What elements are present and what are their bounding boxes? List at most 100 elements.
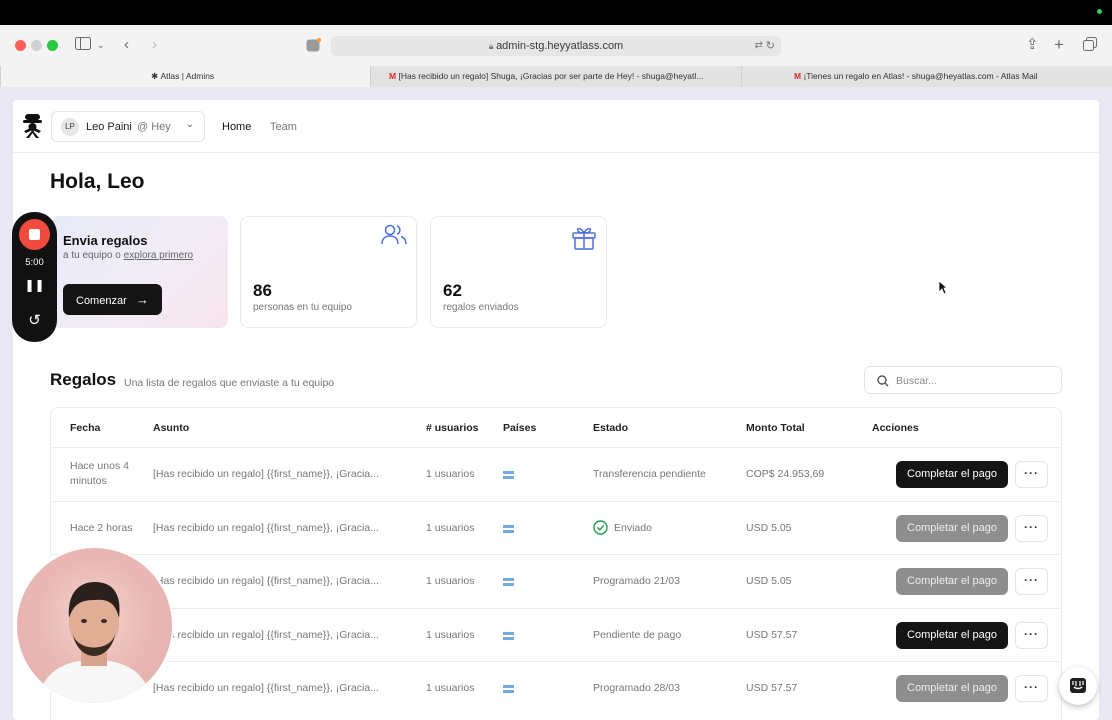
chat-support-button[interactable]	[1059, 667, 1097, 705]
mouse-cursor-icon	[938, 280, 949, 300]
row-users: 1 usuarios	[426, 468, 475, 480]
system-menubar	[0, 0, 1112, 25]
chat-icon	[1069, 677, 1087, 700]
send-gifts-title: Envia regalos	[63, 233, 148, 248]
row-status: Pendiente de pago	[593, 629, 682, 641]
chevron-down-icon[interactable]: ⌄	[97, 37, 105, 53]
chevron-down-icon: ⌄	[185, 119, 194, 130]
minimize-window-button[interactable]	[31, 40, 42, 51]
sidebar-toggle-icon[interactable]	[75, 37, 91, 54]
column-header-fecha[interactable]: Fecha	[70, 422, 100, 434]
complete-payment-button[interactable]: Completar el pago	[896, 515, 1008, 542]
forward-icon[interactable]: ›	[152, 37, 157, 53]
presenter-video	[37, 582, 152, 703]
table-row[interactable]: Hace 2 horas [Has recibido un regalo] {{…	[51, 501, 1061, 554]
subtitle-text: a tu equipo o	[63, 250, 121, 261]
column-header-estado[interactable]: Estado	[593, 422, 628, 434]
tab-gmail-regalo[interactable]: M [Has recibido un regalo] Shuga, ¡Graci…	[370, 66, 741, 87]
screen-recorder-controls: 5:00 ❚❚ ↺	[12, 212, 57, 342]
gifts-count: 62	[443, 281, 462, 300]
row-subject: [Has recibido un regalo] {{first_name}},…	[153, 522, 379, 534]
close-window-button[interactable]	[15, 40, 26, 51]
complete-payment-button[interactable]: Completar el pago	[896, 622, 1008, 649]
nav-home[interactable]: Home	[222, 121, 251, 133]
start-button[interactable]: Comenzar →	[63, 284, 162, 315]
pause-icon[interactable]: ❚❚	[12, 278, 57, 292]
row-subject: [Has recibido un regalo] {{first_name}},…	[153, 629, 379, 641]
row-amount: USD 5.05	[746, 522, 792, 534]
row-status: Enviado	[614, 522, 652, 534]
tab-overview-icon[interactable]	[1083, 37, 1097, 55]
complete-payment-button[interactable]: Completar el pago	[896, 461, 1008, 488]
table-row[interactable]: [Has recibido un regalo] {{first_name}},…	[51, 554, 1061, 607]
team-count-label: personas en tu equipo	[253, 302, 352, 313]
more-actions-button[interactable]: ···	[1015, 568, 1048, 595]
reload-icon[interactable]: ↻	[766, 36, 775, 56]
search-input[interactable]: Buscar...	[864, 366, 1062, 394]
tab-atlas-admins[interactable]: ✱ Atlas | Admins	[0, 66, 370, 87]
tab-atlas-mail[interactable]: M ¡Tienes un regalo en Atlas! - shuga@he…	[741, 66, 1112, 87]
address-bar[interactable]: 🔒︎ admin-stg.heyyatlass.com ⇄ ↻	[331, 36, 781, 56]
row-users: 1 usuarios	[426, 682, 475, 694]
column-header-asunto[interactable]: Asunto	[153, 422, 189, 434]
column-header-usuarios[interactable]: # usuarios	[426, 422, 479, 434]
translate-icon[interactable]: ⇄	[755, 36, 763, 56]
column-header-monto[interactable]: Monto Total	[746, 422, 805, 434]
status-indicator	[1097, 9, 1102, 14]
new-tab-icon[interactable]: +	[1054, 36, 1064, 53]
send-gifts-card: Envia regalos a tu equipo o explora prim…	[51, 216, 228, 328]
stop-recording-button[interactable]	[19, 219, 50, 250]
table-row[interactable]: [Has recibido un regalo] {{first_name}},…	[51, 608, 1061, 661]
team-size-card: 86 personas en tu equipo	[240, 216, 417, 328]
more-actions-button[interactable]: ···	[1015, 461, 1048, 488]
send-gifts-subtitle: a tu equipo o explora primero	[63, 250, 193, 261]
row-status: Programado 28/03	[593, 682, 680, 694]
more-actions-button[interactable]: ···	[1015, 675, 1048, 702]
table-row[interactable]: [Has recibido un regalo] {{first_name}},…	[51, 661, 1061, 714]
extension-icon[interactable]	[306, 38, 321, 57]
explore-link[interactable]: explora primero	[124, 250, 193, 261]
argentina-flag-icon	[503, 685, 514, 693]
row-date: Hace unos 4 minutos	[70, 460, 129, 487]
page-title: Hola, Leo	[50, 170, 145, 193]
tab-label: Atlas | Admins	[160, 71, 215, 81]
gifts-table: Fecha Asunto # usuarios Países Estado Mo…	[50, 407, 1062, 720]
table-row[interactable]: Hace unos 4 minutos [Has recibido un reg…	[51, 447, 1061, 500]
user-name: Leo Paini	[86, 121, 132, 133]
row-status: Programado 21/03	[593, 575, 680, 587]
back-icon[interactable]: ‹	[124, 37, 129, 53]
search-placeholder: Buscar...	[896, 375, 937, 387]
argentina-flag-icon	[503, 578, 514, 586]
users-icon	[380, 223, 408, 252]
row-subject: [Has recibido un regalo] {{first_name}},…	[153, 468, 379, 480]
zoom-window-button[interactable]	[47, 40, 58, 51]
nav-team[interactable]: Team	[270, 121, 297, 133]
row-amount: USD 5.05	[746, 575, 792, 587]
account-switcher[interactable]: LP Leo Paini @ Hey ⌄	[51, 111, 205, 142]
gift-icon	[570, 223, 598, 256]
share-icon[interactable]: ⇪	[1026, 37, 1039, 53]
webcam-bubble[interactable]	[17, 548, 172, 703]
browser-chrome: ⌄ ‹ › 🔒︎ admin-stg.heyyatlass.com ⇄ ↻ ⇪ …	[0, 25, 1112, 87]
more-actions-button[interactable]: ···	[1015, 515, 1048, 542]
start-button-label: Comenzar	[76, 295, 127, 307]
row-subject: [Has recibido un regalo] {{first_name}},…	[153, 575, 379, 587]
admin-page: LP Leo Paini @ Hey ⌄ Home Team Hola, Leo…	[13, 100, 1099, 720]
organization-name: @ Hey	[137, 121, 171, 133]
gifts-section-title: Regalos	[50, 370, 117, 389]
more-actions-button[interactable]: ···	[1015, 622, 1048, 649]
lock-icon: 🔒︎	[488, 41, 497, 51]
restart-icon[interactable]: ↺	[12, 311, 57, 329]
gifts-count-label: regalos enviados	[443, 302, 519, 313]
team-count: 86	[253, 281, 272, 300]
column-header-paises[interactable]: Países	[503, 422, 536, 434]
gifts-sent-card: 62 regalos enviados	[430, 216, 607, 328]
url-text: admin-stg.heyyatlass.com	[496, 40, 624, 52]
atlas-logo-icon[interactable]	[22, 113, 43, 144]
row-users: 1 usuarios	[426, 522, 475, 534]
complete-payment-button[interactable]: Completar el pago	[896, 675, 1008, 702]
complete-payment-button[interactable]: Completar el pago	[896, 568, 1008, 595]
tab-label: [Has recibido un regalo] Shuga, ¡Gracias…	[398, 71, 704, 81]
row-amount: USD 57.57	[746, 682, 798, 694]
row-amount: USD 57.57	[746, 629, 798, 641]
